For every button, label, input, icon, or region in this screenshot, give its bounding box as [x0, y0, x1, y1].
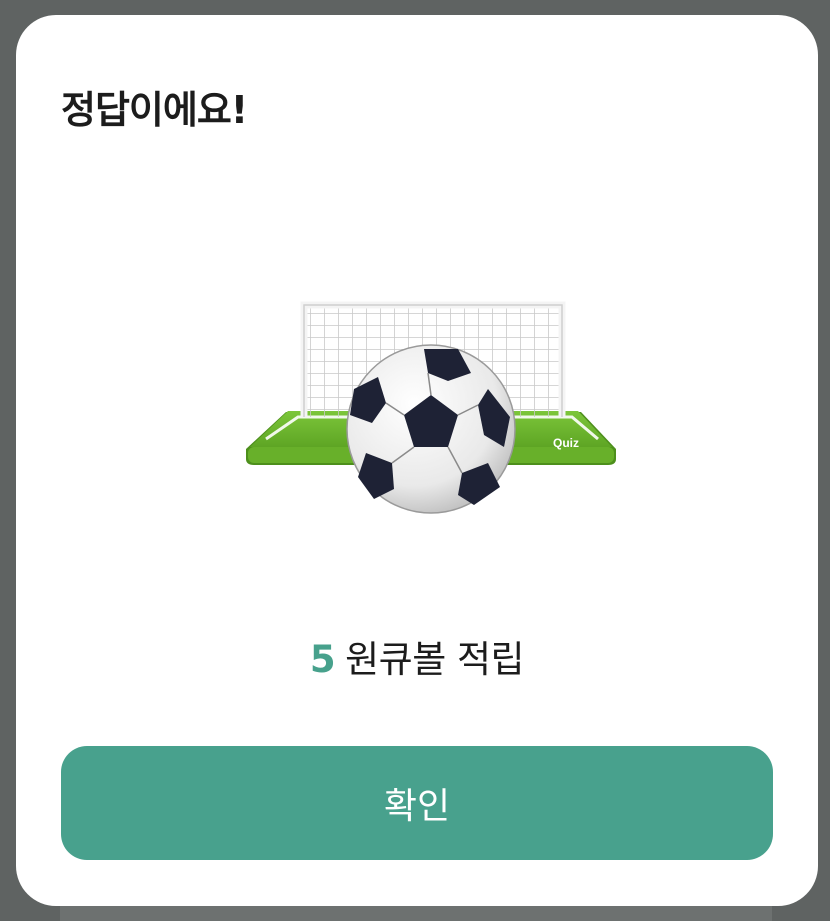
goal-label: Quiz	[553, 436, 579, 450]
confirm-button[interactable]: 확인	[61, 746, 773, 860]
soccer-ball-icon	[346, 344, 516, 514]
reward-amount: 5	[309, 638, 336, 681]
reward-text: 원큐볼 적립	[345, 638, 525, 681]
soccer-goal-ball-icon: Quiz	[246, 301, 616, 514]
result-dialog: 정답이에요! Quiz 5 원큐볼 적립 확인	[16, 15, 818, 906]
reward-message: 5 원큐볼 적립	[16, 635, 818, 685]
dialog-title: 정답이에요!	[61, 88, 248, 132]
